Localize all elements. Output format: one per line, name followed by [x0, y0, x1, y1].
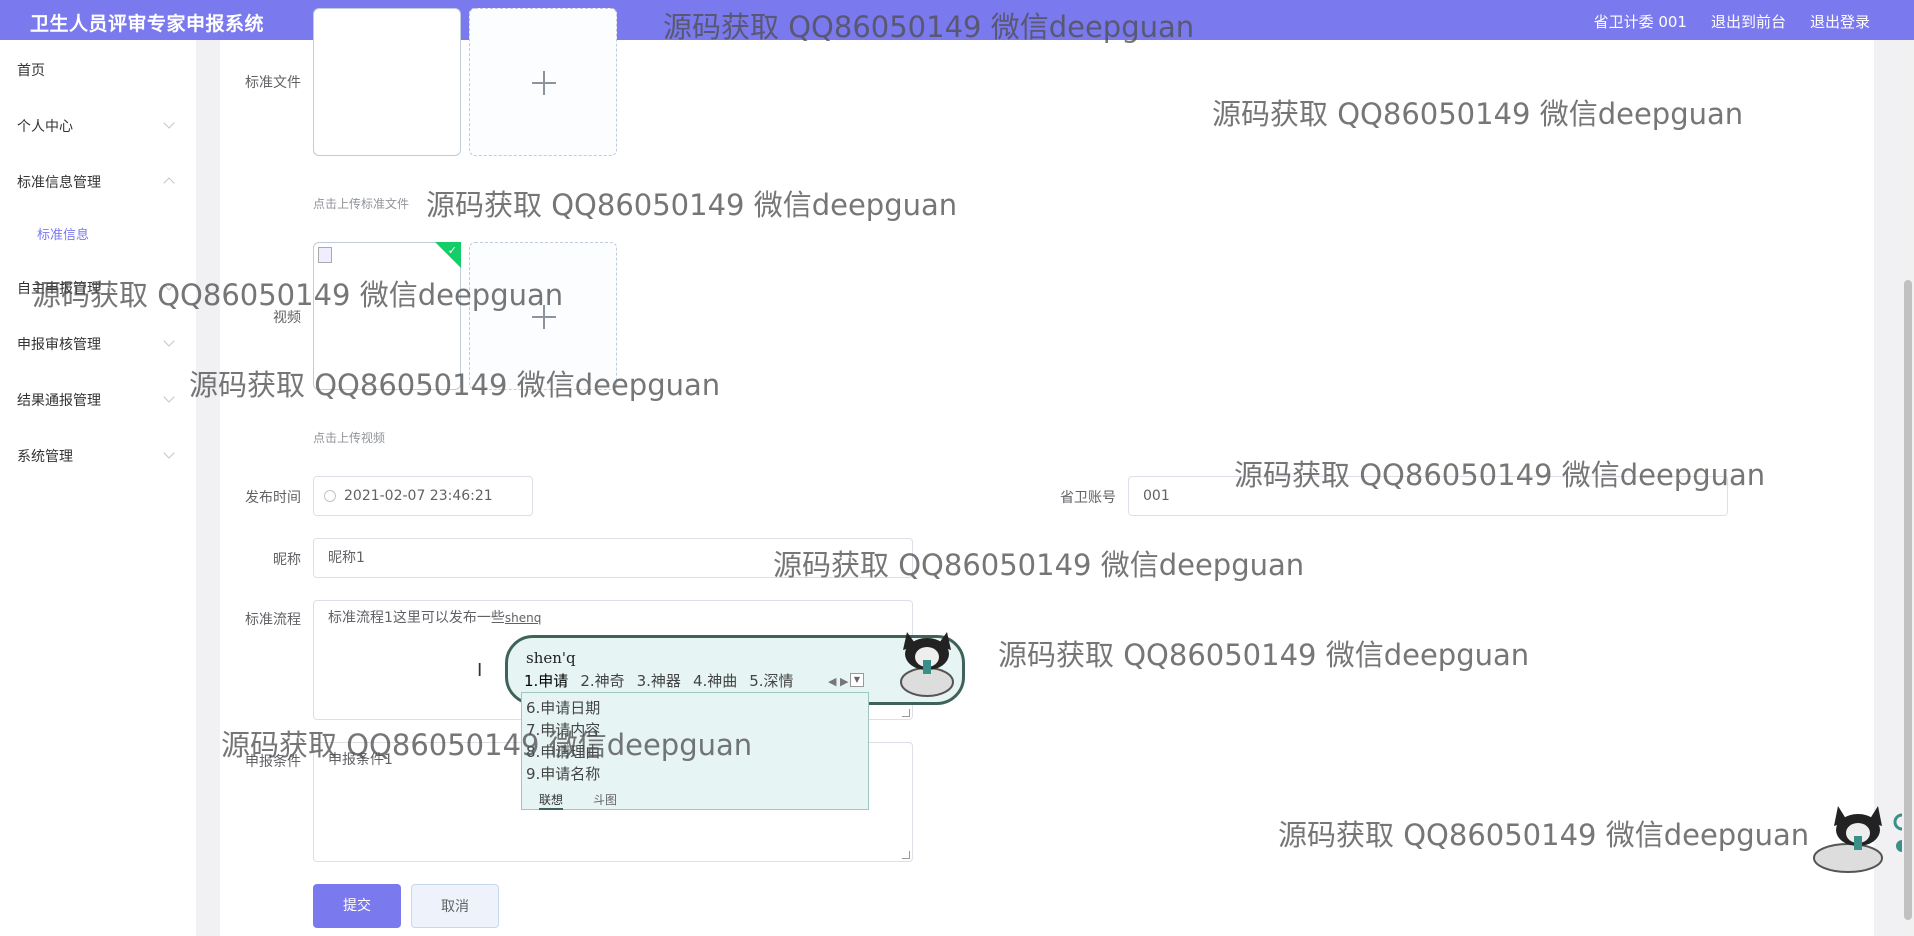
watermark: 源码获取 QQ86050149 微信deepguan — [998, 638, 1530, 672]
sidebar-item-home[interactable]: 首页 — [17, 60, 45, 80]
sidebar-item-label: 系统管理 — [17, 449, 73, 465]
ime-candidate[interactable]: 1.申请 — [524, 670, 568, 691]
ime-candidate[interactable]: 3.神器 — [637, 670, 681, 691]
ime-candidate[interactable]: 4.神曲 — [693, 670, 737, 691]
sidebar-item-label: 申报审核管理 — [17, 337, 101, 353]
watermark: 源码获取 QQ86050149 微信deepguan — [773, 548, 1305, 582]
watermark: 源码获取 QQ86050149 微信deepguan — [1278, 818, 1810, 852]
sidebar-item-label: 首页 — [17, 63, 45, 79]
uploaded-file-thumbnail[interactable] — [313, 8, 461, 156]
check-icon: ✓ — [447, 244, 457, 257]
sidebar: 首页 个人中心 标准信息管理 标准信息 自主申报管理 申报审核管理 结果通报管理… — [0, 40, 196, 936]
watermark: 源码获取 QQ86050149 微信deepguan — [32, 278, 564, 312]
nickname-label: 昵称 — [273, 552, 301, 568]
vertical-scrollbar[interactable] — [1902, 40, 1914, 936]
ime-tabs: 联想 斗图 — [539, 791, 617, 810]
resize-handle-icon[interactable] — [902, 709, 910, 717]
sidebar-item-result-notice[interactable]: 结果通报管理 — [17, 390, 175, 410]
sidebar-item-system-management[interactable]: 系统管理 — [17, 446, 175, 466]
ime-candidate[interactable]: 6.申请日期 — [526, 697, 600, 718]
scrollbar-thumb[interactable] — [1904, 280, 1912, 920]
app-title: 卫生人员评审专家申报系统 — [30, 13, 265, 35]
ime-tab-meme[interactable]: 斗图 — [593, 791, 617, 810]
ime-mascot-icon — [900, 632, 954, 697]
process-label: 标准流程 — [245, 612, 301, 628]
user-label[interactable]: 省卫计委 001 — [1594, 11, 1687, 32]
cancel-button[interactable]: 取消 — [411, 884, 499, 928]
publish-time-input[interactable]: 2021-02-07 23:46:21 — [313, 476, 533, 516]
sidebar-item-label: 结果通报管理 — [17, 393, 101, 409]
logout-link[interactable]: 退出登录 — [1810, 11, 1870, 32]
sidebar-item-declaration-review[interactable]: 申报审核管理 — [17, 334, 175, 354]
chevron-up-icon — [163, 177, 175, 189]
chevron-down-icon — [163, 335, 175, 347]
publish-time-value: 2021-02-07 23:46:21 — [344, 488, 493, 504]
page-arrows-icon[interactable]: ◀ ▶ — [828, 675, 848, 688]
sidebar-item-label: 标准信息管理 — [17, 175, 101, 191]
clock-icon — [324, 490, 336, 502]
sidebar-item-standard-info-management[interactable]: 标准信息管理 — [17, 172, 175, 192]
sidebar-subitem-standard-info[interactable]: 标准信息 — [37, 224, 89, 243]
standard-file-upload-button[interactable] — [469, 8, 617, 156]
ime-candidates: 1.申请 2.神奇 3.神器 4.神曲 5.深情 — [524, 670, 794, 691]
standard-file-hint: 点击上传标准文件 — [313, 197, 410, 211]
composing-text: shenq — [504, 611, 542, 625]
video-hint: 点击上传视频 — [313, 431, 386, 445]
publish-time-label: 发布时间 — [245, 490, 301, 506]
process-text: 标准流程1这里可以发布一些 — [328, 610, 505, 626]
watermark: 源码获取 QQ86050149 微信deepguan — [426, 188, 958, 222]
corner-mascot-icon — [1813, 806, 1911, 873]
text-cursor-icon: I — [477, 660, 483, 681]
account-label: 省卫账号 — [1060, 490, 1116, 506]
watermark: 源码获取 QQ86050149 微信deepguan — [1212, 97, 1744, 131]
watermark: 源码获取 QQ86050149 微信deepguan — [1234, 458, 1766, 492]
header-links: 省卫计委 001 退出到前台 退出登录 — [1594, 11, 1870, 32]
resize-handle-icon[interactable] — [902, 851, 910, 859]
ime-candidate[interactable]: 2.神奇 — [580, 670, 624, 691]
watermark: 源码获取 QQ86050149 微信deepguan — [221, 728, 753, 762]
broken-image-icon — [318, 247, 332, 263]
chevron-down-icon — [163, 117, 175, 129]
submit-button[interactable]: 提交 — [313, 884, 401, 928]
chevron-down-icon — [163, 391, 175, 403]
sidebar-item-personal-center[interactable]: 个人中心 — [17, 116, 175, 136]
ime-tab-association[interactable]: 联想 — [539, 791, 564, 810]
sidebar-item-label: 个人中心 — [17, 119, 73, 135]
plus-icon — [532, 71, 556, 95]
ime-candidate[interactable]: 5.深情 — [749, 670, 793, 691]
watermark: 源码获取 QQ86050149 微信deepguan — [189, 368, 721, 402]
standard-file-label: 标准文件 — [245, 75, 301, 91]
expand-icon[interactable]: ▼ — [850, 673, 864, 687]
front-link[interactable]: 退出到前台 — [1711, 11, 1786, 32]
watermark: 源码获取 QQ86050149 微信deepguan — [663, 10, 1195, 44]
chevron-down-icon — [163, 447, 175, 459]
ime-pinyin: shen'q — [526, 649, 576, 667]
ime-candidate[interactable]: 9.申请名称 — [526, 763, 600, 784]
